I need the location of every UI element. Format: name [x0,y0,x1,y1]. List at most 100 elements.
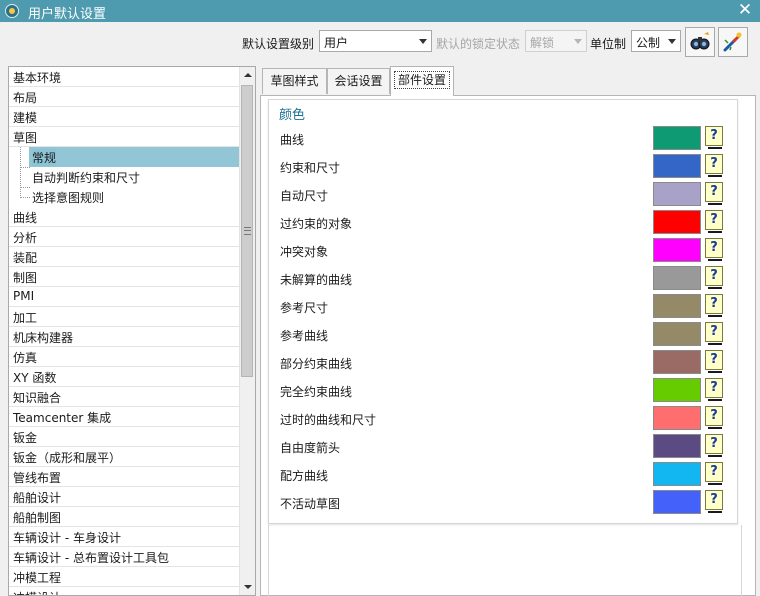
tree-item[interactable]: 基本环境 [9,67,240,87]
tab-session-settings[interactable]: 会话设置 [327,68,390,94]
help-icon[interactable]: ? [705,434,723,457]
color-swatch-button[interactable] [653,462,701,486]
color-swatch-button[interactable] [653,378,701,402]
color-setting-label: 过约束的对象 [280,217,353,231]
color-swatch-button[interactable] [653,350,701,374]
color-swatch-button[interactable] [653,238,701,262]
tree-subitem[interactable]: 自动判断约束和尺寸 [9,167,240,188]
color-setting-row: 参考尺寸? [269,292,737,320]
tab-sketch-style[interactable]: 草图样式 [262,68,327,94]
help-icon[interactable]: ? [705,378,723,401]
help-icon[interactable]: ? [705,294,723,317]
tree-item-label: 车辆设计 - 总布置设计工具包 [13,551,169,565]
tree-subitem[interactable]: 常规 [9,147,240,168]
help-icon[interactable]: ? [705,210,723,233]
level-select[interactable]: 用户 [319,30,432,52]
tree-item[interactable]: 车辆设计 - 总布置设计工具包 [9,547,240,567]
tree-item-label: 基本环境 [13,71,62,85]
tree-scrollbar[interactable] [239,67,255,595]
tree-item-label: 机床构建器 [13,331,74,345]
tree-item[interactable]: 钣金 [9,427,240,447]
color-setting-row: 过约束的对象? [269,208,737,236]
tab-label: 草图样式 [270,74,319,88]
scroll-down-icon[interactable] [240,579,255,595]
tree-item[interactable]: Teamcenter 集成 [9,407,240,427]
tree-item-label: Teamcenter 集成 [13,411,112,425]
color-setting-row: 过时的曲线和尺寸? [269,404,737,432]
tree-item[interactable]: 建模 [9,107,240,127]
color-swatch-button[interactable] [653,182,701,206]
help-icon[interactable]: ? [705,182,723,205]
help-icon[interactable]: ? [705,322,723,345]
help-icon[interactable]: ? [705,462,723,485]
tree-item[interactable]: 布局 [9,87,240,107]
unit-label: 单位制 [590,37,627,51]
unit-select-value: 公制 [636,36,661,50]
color-setting-row: 曲线? [269,124,737,152]
help-icon[interactable]: ? [705,266,723,289]
color-setting-label: 参考尺寸 [280,301,329,315]
lock-select: 解锁 [525,30,587,52]
tree-connector [20,167,30,188]
color-setting-row: 约束和尺寸? [269,152,737,180]
manage-defaults-button[interactable] [718,27,748,57]
color-swatch-button[interactable] [653,322,701,346]
color-swatch-button[interactable] [653,126,701,150]
tree-item[interactable]: 分析 [9,227,240,247]
color-swatch-button[interactable] [653,434,701,458]
scroll-up-icon[interactable] [240,67,255,83]
color-setting-row: 未解算的曲线? [269,264,737,292]
tree-subitem[interactable]: 选择意图规则 [9,187,240,207]
tree-item[interactable]: 加工 [9,307,240,327]
binoculars-icon [690,32,710,50]
tree-item[interactable]: 知识融合 [9,387,240,407]
tree-item-label: 车辆设计 - 车身设计 [13,531,121,545]
color-setting-label: 曲线 [280,133,305,147]
help-icon[interactable]: ? [705,406,723,429]
tree-item[interactable]: 制图 [9,267,240,287]
tree-item[interactable]: 曲线 [9,207,240,227]
tree-item[interactable]: 钣金（成形和展平） [9,447,240,467]
color-swatch-button[interactable] [653,210,701,234]
color-setting-row: 冲突对象? [269,236,737,264]
tree-item[interactable]: 仿真 [9,347,240,367]
lock-select-value: 解锁 [530,36,555,50]
color-setting-row: 部分约束曲线? [269,348,737,376]
tree-item[interactable]: 冲模工程 [9,567,240,587]
tree-item[interactable]: PMI [9,287,240,307]
color-swatch-button[interactable] [653,294,701,318]
help-icon[interactable]: ? [705,238,723,261]
tree-item[interactable]: 机床构建器 [9,327,240,347]
color-swatch-button[interactable] [653,154,701,178]
color-setting-label: 自由度箭头 [280,441,341,455]
tree-item-label: PMI [13,289,35,303]
tree-item[interactable]: 冲模设计 [9,587,240,595]
color-swatch-button[interactable] [653,266,701,290]
help-icon[interactable]: ? [705,154,723,177]
close-icon[interactable]: ✕ [736,1,754,19]
help-icon[interactable]: ? [705,350,723,373]
help-icon[interactable]: ? [705,126,723,149]
tree-item-label: XY 函数 [13,371,57,385]
tree-item[interactable]: XY 函数 [9,367,240,387]
tree-item[interactable]: 船舶制图 [9,507,240,527]
tree-item-label: 建模 [13,111,38,125]
unit-select[interactable]: 公制 [631,30,681,52]
tree-item[interactable]: 车辆设计 - 车身设计 [9,527,240,547]
find-defaults-button[interactable] [685,27,715,57]
tree-item[interactable]: 管线布置 [9,467,240,487]
color-swatch-button[interactable] [653,406,701,430]
tree-item-label: 制图 [13,271,38,285]
tree-item-label: 自动判断约束和尺寸 [32,171,141,185]
tree-item[interactable]: 草图 [9,127,240,147]
color-swatch-button[interactable] [653,490,701,514]
help-icon[interactable]: ? [705,490,723,513]
tree-item-label: 冲模工程 [13,571,62,585]
tree-item[interactable]: 船舶设计 [9,487,240,507]
tab-part-settings[interactable]: 部件设置 [390,66,454,96]
tree-item[interactable]: 装配 [9,247,240,267]
tree-item-label: 船舶设计 [13,491,62,505]
scroll-thumb[interactable] [241,85,253,377]
color-setting-label: 部分约束曲线 [280,357,353,371]
color-setting-row: 不活动草图? [269,488,737,516]
